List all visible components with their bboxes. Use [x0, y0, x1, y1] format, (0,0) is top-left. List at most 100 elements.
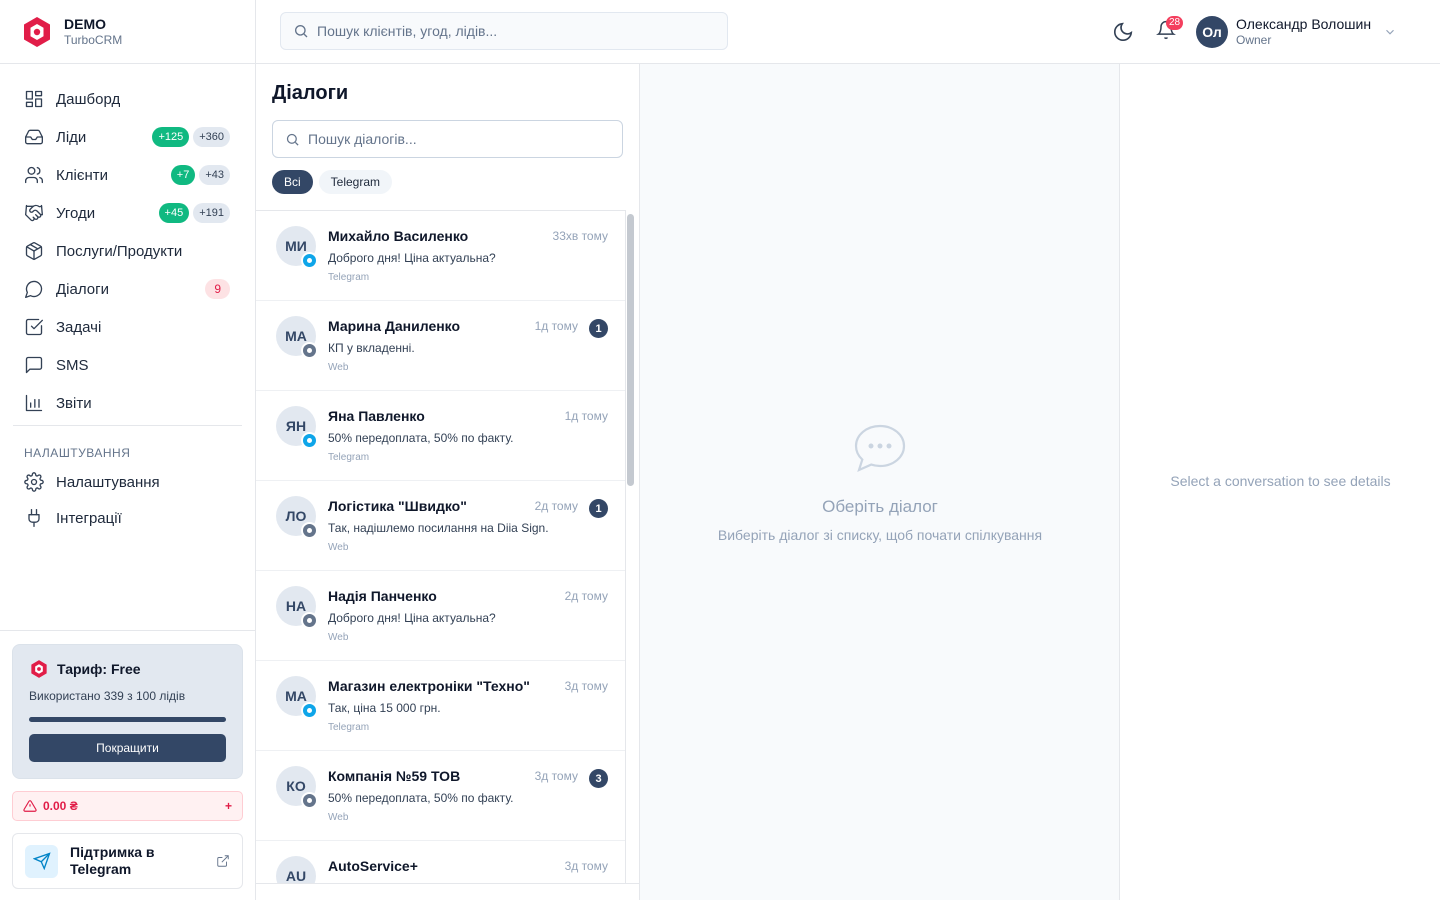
message-preview: Доброго дня! Ціна актуальна? [328, 251, 496, 265]
users-icon [25, 166, 43, 184]
scrollbar-track [625, 210, 626, 883]
message-time: 3д тому [564, 679, 608, 693]
sidebar-item-label: SMS [56, 356, 89, 374]
top-up-button[interactable]: + [225, 799, 232, 813]
telegram-channel-icon [301, 432, 318, 449]
list-item[interactable]: МА Магазин електроніки "Техно" 3д тому Т… [256, 661, 625, 751]
settings-section-title: НАЛАШТУВАННЯ [24, 446, 131, 460]
list-item[interactable]: ЛО Логістика "Швидко" 2д тому 1 Так, над… [256, 481, 625, 571]
sidebar-item-deals[interactable]: Угоди +45 +191 [0, 194, 255, 232]
sidebar-item-sms[interactable]: SMS [0, 346, 255, 384]
message-preview: Доброго дня! Ціна актуальна? [328, 611, 496, 625]
filter-telegram[interactable]: Telegram [318, 170, 393, 194]
contact-name: Компанія №59 ТОВ [328, 768, 461, 784]
app: DEMO TurboCRM Дашборд Ліди +125 +360 Клі… [0, 0, 1440, 900]
list-item[interactable]: МИ Михайло Василенко 33хв тому Доброго д… [256, 211, 625, 301]
sidebar-footer: Тариф: Free Використано 339 з 100 лідів … [0, 630, 255, 900]
brand-title: DEMO [64, 15, 106, 32]
bar-chart-icon [25, 394, 43, 412]
dialogs-panel: Діалоги Всі Telegram МИ Михайло Василенк… [256, 64, 640, 900]
unread-badge: 3 [589, 769, 608, 788]
sidebar-item-label: Послуги/Продукти [56, 242, 183, 260]
sidebar-item-label: Задачі [56, 318, 102, 336]
dialog-search-input[interactable] [308, 131, 608, 147]
message-time: 3д тому [564, 859, 608, 873]
brand[interactable]: DEMO TurboCRM [0, 0, 255, 64]
external-link-icon [217, 855, 229, 867]
channel-label: Web [328, 542, 349, 553]
message-time: 1д тому [534, 319, 578, 333]
sidebar-item-label: Налаштування [56, 473, 160, 491]
moon-icon[interactable] [1112, 21, 1134, 43]
avatar: Ол [1196, 16, 1228, 48]
channel-label: Web [328, 362, 349, 373]
message-time: 33хв тому [552, 229, 608, 243]
sidebar-item-settings[interactable]: Налаштування [0, 464, 255, 500]
list-item[interactable]: ЯН Яна Павленко 1д тому 50% передоплата,… [256, 391, 625, 481]
sidebar-item-label: Ліди [56, 128, 87, 146]
list-item[interactable]: НА Надія Панченко 2д тому Доброго дня! Ц… [256, 571, 625, 661]
chat-icon [25, 280, 43, 298]
sidebar-item-clients[interactable]: Клієнти +7 +43 [0, 156, 255, 194]
contact-name: AutoService+ [328, 858, 418, 874]
telegram-channel-icon [301, 252, 318, 269]
contact-name: Михайло Василенко [328, 228, 469, 244]
total-count-badge: +191 [193, 203, 230, 223]
search-icon [295, 25, 308, 38]
web-channel-icon [301, 792, 318, 809]
telegram-support-link[interactable]: Підтримка в Telegram [12, 833, 243, 889]
message-preview: Так, надішлемо посилання на Diia Sign. [328, 521, 549, 535]
empty-state-subtitle: Виберіть діалог зі списку, щоб почати сп… [717, 527, 1043, 543]
user-menu[interactable]: Ол Олександр Волошин Owner [1196, 14, 1397, 50]
checkbox-icon [25, 318, 43, 336]
list-item[interactable]: КО Компанія №59 ТОВ 3д тому 3 50% передо… [256, 751, 625, 841]
web-channel-icon [301, 342, 318, 359]
warning-icon [23, 800, 37, 812]
sidebar-item-integrations[interactable]: Інтеграції [0, 500, 255, 536]
total-count-badge: +360 [193, 127, 230, 147]
details-placeholder: Select a conversation to see details [1170, 473, 1391, 489]
plan-usage-bar [29, 717, 226, 722]
balance-alert[interactable]: 0.00 ₴ + [12, 791, 243, 821]
message-time: 2д тому [564, 589, 608, 603]
chevron-down-icon [1386, 29, 1394, 35]
empty-state: Оберіть діалог Виберіть діалог зі списку… [640, 422, 1120, 543]
list-item[interactable]: МА Марина Даниленко 1д тому 1 КП у вклад… [256, 301, 625, 391]
channel-label: Telegram [328, 272, 370, 283]
telegram-channel-icon [301, 702, 318, 719]
global-search-input[interactable] [317, 23, 717, 39]
channel-label: Telegram [328, 722, 370, 733]
web-channel-icon [301, 612, 318, 629]
upgrade-button[interactable]: Покращити [29, 734, 226, 762]
sidebar-item-leads[interactable]: Ліди +125 +360 [0, 118, 255, 156]
contact-name: Яна Павленко [328, 408, 425, 424]
list-item[interactable]: AU AutoService+ 3д тому [256, 841, 625, 883]
sidebar-item-reports[interactable]: Звіти [0, 384, 255, 422]
global-search[interactable] [280, 12, 728, 50]
web-channel-icon [301, 522, 318, 539]
message-preview: КП у вкладенні. [328, 341, 415, 355]
filter-all[interactable]: Всі [272, 170, 313, 194]
notifications-button[interactable]: 28 [1156, 16, 1184, 42]
sidebar-item-label: Дашборд [56, 90, 121, 108]
sidebar-item-tasks[interactable]: Задачі [0, 308, 255, 346]
page-title: Діалоги [272, 82, 349, 104]
sms-icon [25, 356, 43, 374]
search-icon [286, 133, 299, 146]
conversation-panel: Оберіть діалог Виберіть діалог зі списку… [640, 64, 1120, 900]
sidebar-item-dialogs[interactable]: Діалоги 9 [0, 270, 255, 308]
plan-usage-text: Використано 339 з 100 лідів [29, 689, 186, 703]
dialog-search[interactable] [272, 120, 623, 158]
scrollbar-thumb[interactable] [627, 214, 634, 486]
new-count-badge: +7 [170, 165, 196, 185]
plan-card: Тариф: Free Використано 339 з 100 лідів … [12, 644, 243, 779]
list-divider [256, 883, 640, 884]
sidebar-item-products[interactable]: Послуги/Продукти [0, 232, 255, 270]
sidebar-item-label: Угоди [56, 204, 96, 222]
unread-badge: 1 [589, 319, 608, 338]
telegram-icon [25, 844, 58, 878]
contact-name: Логістика "Швидко" [328, 498, 467, 514]
sidebar-item-dashboard[interactable]: Дашборд [0, 80, 255, 118]
handshake-icon [25, 204, 43, 222]
message-time: 2д тому [534, 499, 578, 513]
